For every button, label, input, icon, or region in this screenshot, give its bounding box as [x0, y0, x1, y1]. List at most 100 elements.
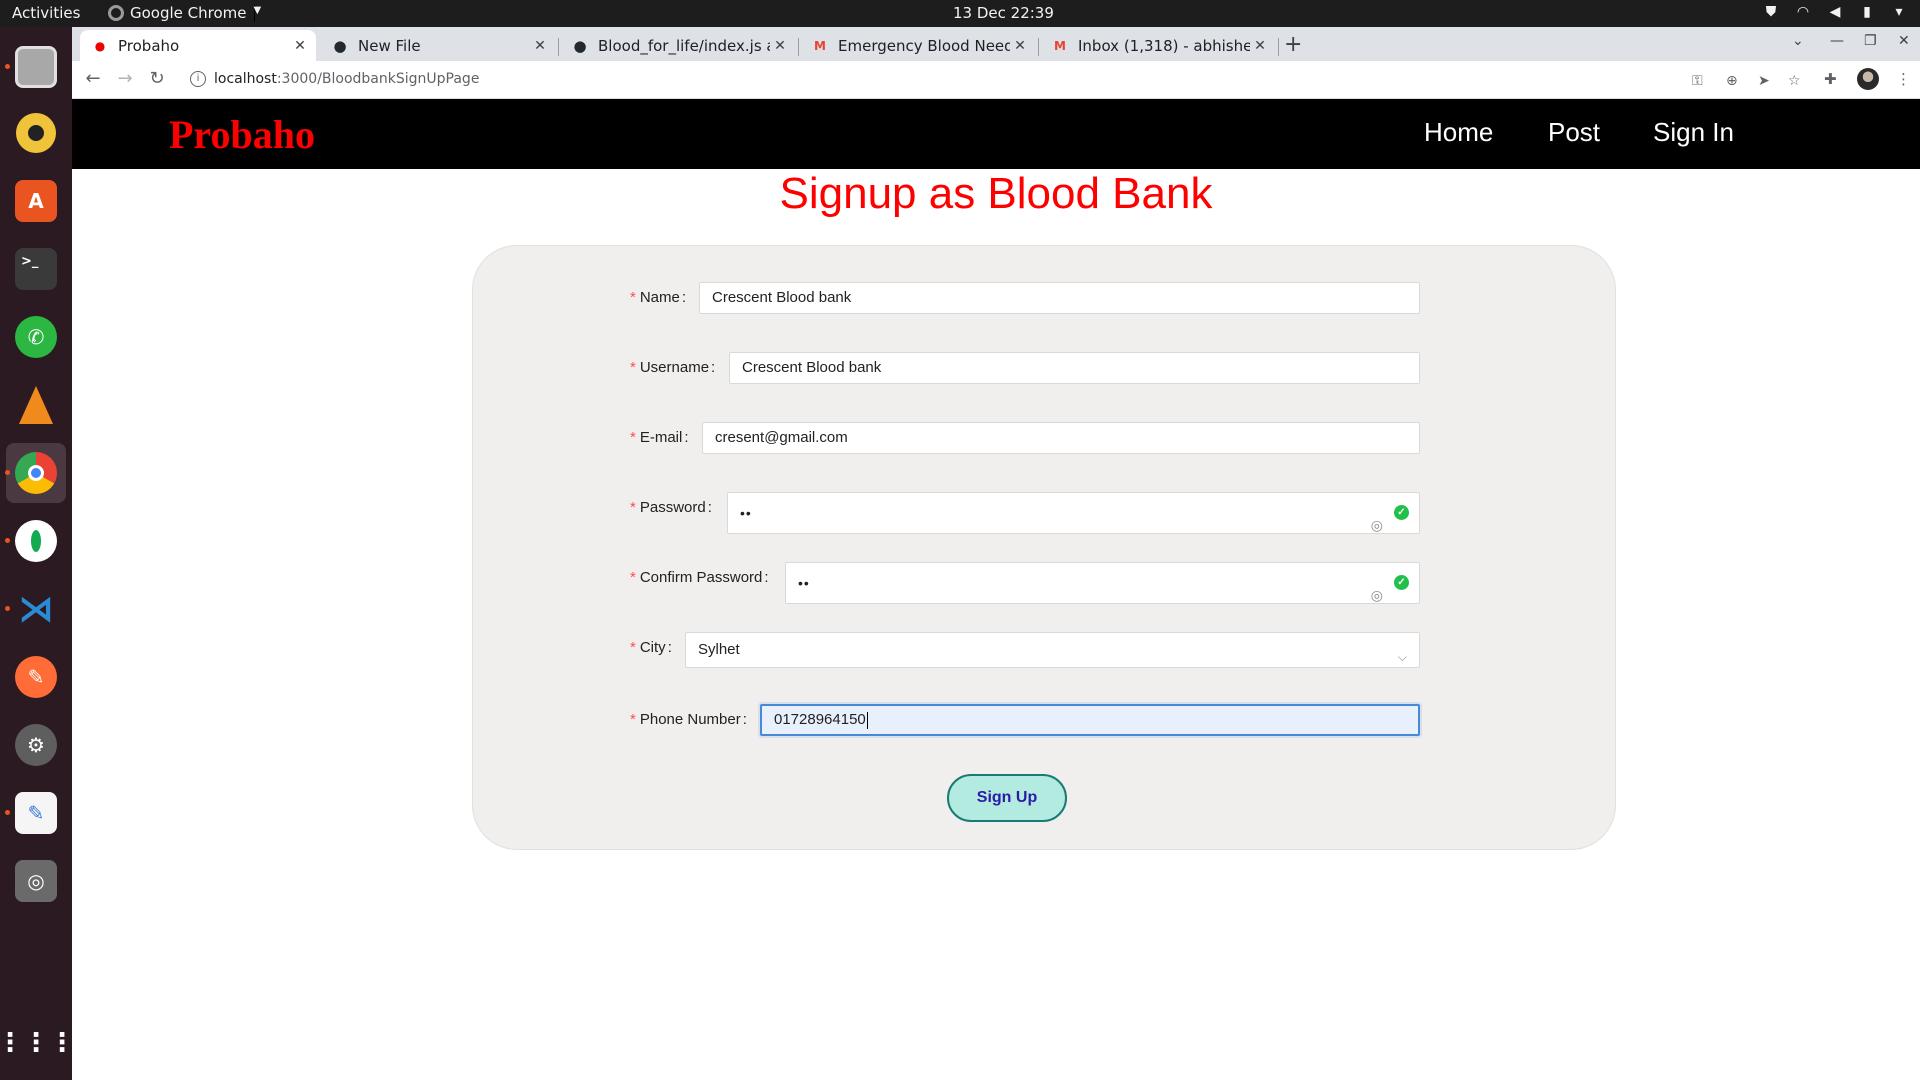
new-tab-button[interactable]: +: [1284, 32, 1302, 57]
dock-disk[interactable]: ◎: [6, 851, 66, 911]
close-tab-icon[interactable]: ✕: [770, 38, 790, 54]
system-tray[interactable]: ⛊ ◠ ◀ ▮ ▾: [1762, 3, 1908, 21]
url-host: localhost: [214, 71, 277, 87]
restore-button[interactable]: ❐: [1864, 33, 1877, 49]
gmail-icon: M: [1054, 38, 1066, 53]
gmail-icon: M: [814, 38, 826, 53]
dock-chrome[interactable]: [5, 443, 66, 503]
settings-gear-icon: ⚙: [15, 724, 57, 766]
signup-button[interactable]: Sign Up: [947, 774, 1067, 822]
wifi-icon[interactable]: ◠: [1794, 3, 1812, 21]
tab-github-index[interactable]: ● Blood_for_life/index.js at ✕: [560, 30, 796, 61]
vscode-icon: ⋊: [18, 588, 54, 630]
dock-mongodb-compass[interactable]: [5, 511, 66, 571]
phone-value: 01728964150: [774, 711, 866, 728]
text-editor-icon: ✎: [15, 792, 57, 834]
extensions-puzzle-icon[interactable]: ✚: [1824, 70, 1837, 88]
page-title: Signup as Blood Bank: [779, 169, 1213, 218]
running-indicator: [5, 538, 10, 543]
username-input[interactable]: Crescent Blood bank: [729, 352, 1420, 384]
zoom-icon[interactable]: ⊕: [1726, 73, 1738, 89]
dock-terminal[interactable]: >_: [6, 239, 66, 299]
show-applications-button[interactable]: ⋮⋮⋮: [0, 1013, 75, 1073]
close-tab-icon[interactable]: ✕: [290, 38, 310, 54]
check-circle-icon: ✓: [1394, 505, 1409, 520]
close-tab-icon[interactable]: ✕: [1250, 38, 1270, 54]
password-input[interactable]: •• ◎ ✓: [727, 492, 1420, 534]
close-tab-icon[interactable]: ✕: [1010, 38, 1030, 54]
eye-invisible-icon[interactable]: ◎: [1371, 505, 1383, 545]
system-top-bar: Activities Google Chrome ▼ 13 Dec 22:39 …: [0, 0, 1920, 27]
clock[interactable]: 13 Dec 22:39: [953, 4, 1054, 22]
dock-files[interactable]: [5, 37, 66, 97]
chrome-small-icon: [108, 5, 124, 21]
city-label: * City:: [630, 639, 672, 656]
city-select[interactable]: Sylhet ⌵: [685, 632, 1420, 668]
tab-title: Emergency Blood Needed: [838, 36, 1010, 55]
email-input[interactable]: cresent@gmail.com: [702, 422, 1420, 454]
password-masked-value: ••: [740, 505, 752, 521]
brand-logo[interactable]: Probaho: [169, 111, 315, 158]
battery-icon[interactable]: ▮: [1858, 3, 1876, 21]
activities-button[interactable]: Activities: [12, 4, 80, 22]
phone-input[interactable]: 01728964150: [760, 704, 1420, 736]
close-tab-icon[interactable]: ✕: [530, 38, 550, 54]
dock-settings[interactable]: ⚙: [6, 715, 66, 775]
tab-emergency-blood[interactable]: M Emergency Blood Needed ✕: [800, 30, 1036, 61]
dock-vscode[interactable]: ⋊: [5, 579, 66, 639]
caret-down-icon: ▼: [253, 4, 261, 22]
eye-invisible-icon[interactable]: ◎: [1371, 575, 1383, 615]
shield-icon[interactable]: ⛊: [1762, 3, 1780, 21]
tab-search-icon[interactable]: ⌄: [1792, 33, 1804, 49]
tab-new-file[interactable]: ● New File ✕: [320, 30, 556, 61]
tab-title: Probaho: [118, 36, 180, 55]
tab-probaho[interactable]: ● Probaho ✕: [80, 30, 316, 61]
volume-icon[interactable]: ◀: [1826, 3, 1844, 21]
name-input[interactable]: Crescent Blood bank: [699, 282, 1420, 314]
nav-signin-link[interactable]: Sign In: [1653, 117, 1734, 148]
dock-whatsapp[interactable]: ✆: [6, 307, 66, 367]
dock-rhythmbox[interactable]: [6, 103, 66, 163]
postman-icon: ✎: [15, 656, 57, 698]
mongodb-icon: [15, 520, 57, 562]
email-label: * E-mail:: [630, 429, 689, 446]
nav-home-link[interactable]: Home: [1424, 117, 1493, 148]
url-text: localhost:3000/BloodbankSignUpPage: [214, 71, 479, 87]
disk-icon: ◎: [15, 860, 57, 902]
dock-text-editor[interactable]: ✎: [5, 783, 66, 843]
tab-title: Blood_for_life/index.js at: [598, 36, 770, 55]
site-navbar: Probaho Home Post Sign In: [72, 99, 1920, 169]
more-menu-icon[interactable]: ⋮: [1896, 70, 1911, 88]
dock-software[interactable]: A: [6, 171, 66, 231]
dock-postman[interactable]: ✎: [6, 647, 66, 707]
reload-icon[interactable]: ↻: [146, 68, 168, 89]
power-menu-icon[interactable]: ▾: [1890, 3, 1908, 21]
software-store-icon: A: [15, 180, 57, 222]
back-arrow-icon[interactable]: ←: [82, 68, 104, 89]
files-icon: [15, 46, 57, 88]
tab-title: Inbox (1,318) - abhishekde: [1078, 36, 1250, 55]
dock-vlc[interactable]: [6, 375, 66, 435]
tab-title: New File: [358, 36, 421, 55]
city-selected-value: Sylhet: [698, 641, 740, 658]
phone-label: * Phone Number:: [630, 711, 747, 728]
profile-avatar[interactable]: [1857, 68, 1879, 90]
forward-arrow-icon[interactable]: →: [114, 68, 136, 89]
key-icon[interactable]: ⚿: [1692, 73, 1703, 89]
nav-post-link[interactable]: Post: [1548, 117, 1600, 148]
running-indicator: [5, 810, 10, 815]
dock: A >_ ✆ ⋊ ✎ ⚙ ✎ ◎ ⋮⋮⋮: [0, 27, 75, 1080]
close-window-button[interactable]: ✕: [1898, 33, 1910, 49]
chevron-down-icon: ⌵: [1397, 650, 1407, 664]
site-info-icon[interactable]: i: [190, 71, 206, 87]
tab-inbox[interactable]: M Inbox (1,318) - abhishekde ✕: [1040, 30, 1276, 61]
running-indicator: [5, 606, 10, 611]
minimize-button[interactable]: —: [1830, 33, 1844, 49]
app-menu[interactable]: Google Chrome ▼: [108, 4, 261, 22]
send-icon[interactable]: ➤: [1758, 73, 1770, 89]
address-bar[interactable]: i localhost:3000/BloodbankSignUpPage ⚿ ⊕…: [182, 65, 1801, 95]
blood-drop-icon: ●: [94, 38, 106, 53]
chrome-icon: [15, 452, 57, 494]
confirm-password-input[interactable]: •• ◎ ✓: [785, 562, 1420, 604]
bookmark-star-icon[interactable]: ☆: [1788, 73, 1801, 89]
